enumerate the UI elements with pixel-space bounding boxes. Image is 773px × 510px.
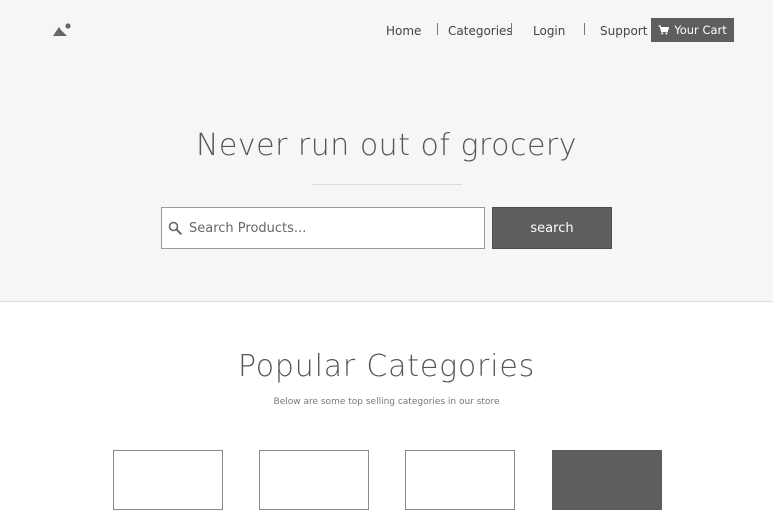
search-box[interactable]: [161, 207, 485, 249]
category-card[interactable]: [405, 450, 515, 510]
category-card[interactable]: [259, 450, 369, 510]
hero-divider: [312, 184, 462, 185]
hero-section: Home Categories Login Support Your Cart …: [0, 0, 773, 302]
search-input[interactable]: [189, 220, 469, 236]
your-cart-button[interactable]: Your Cart: [651, 18, 734, 42]
nav-separator: [511, 23, 512, 35]
cart-icon: [658, 25, 670, 35]
category-card[interactable]: [113, 450, 223, 510]
search-icon: [166, 219, 184, 237]
nav-separator: [584, 23, 585, 35]
hero-title: Never run out of grocery: [195, 128, 578, 163]
popular-categories-subtitle: Below are some top selling categories in…: [273, 397, 500, 407]
nav-support-link[interactable]: Support: [600, 24, 647, 38]
popular-categories-title: Popular Categories: [237, 349, 536, 384]
category-card[interactable]: [552, 450, 662, 510]
nav-separator: [437, 23, 438, 35]
search-button[interactable]: search: [492, 207, 612, 249]
nav-categories-link[interactable]: Categories: [448, 24, 513, 38]
nav-home-link[interactable]: Home: [386, 24, 421, 38]
nav-login-link[interactable]: Login: [533, 24, 565, 38]
your-cart-label: Your Cart: [674, 23, 727, 37]
